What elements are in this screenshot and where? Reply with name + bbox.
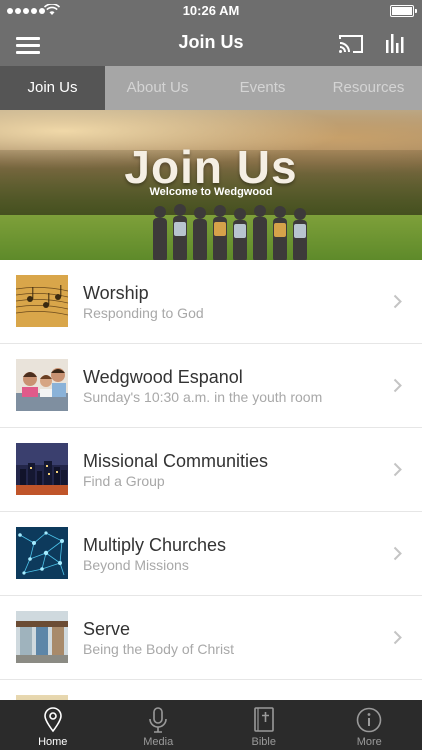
hero-subtitle: Welcome to Wedgwood: [149, 186, 273, 198]
tab-media-label: Media: [143, 736, 174, 748]
city-night-thumbnail: [16, 443, 68, 495]
tab-bible-label: Bible: [251, 736, 276, 748]
bottom-tab-bar: Home Media Bible More: [0, 700, 422, 750]
sheet-music-thumbnail: [16, 275, 68, 327]
list-item-title: Missional Communities: [83, 451, 269, 471]
list-item[interactable]: Worship Responding to God: [0, 260, 422, 344]
family-thumbnail: [16, 359, 68, 411]
chevron-right-icon: [393, 378, 402, 393]
list-item-title: Multiply Churches: [83, 535, 227, 555]
list-item-title: Serve: [83, 619, 131, 639]
building-thumbnail: [16, 611, 68, 663]
tab-join-us[interactable]: Join Us: [0, 66, 105, 110]
battery-icon: [390, 5, 417, 17]
list-item-subtitle: Responding to God: [83, 305, 204, 321]
status-bar: 10:26 AM: [0, 0, 422, 22]
list-item[interactable]: Serve Being the Body of Christ: [0, 596, 422, 680]
chevron-right-icon: [393, 630, 402, 645]
network-thumbnail: [16, 527, 68, 579]
tab-more-label: More: [356, 736, 382, 748]
tab-more[interactable]: More: [317, 700, 422, 750]
list-item[interactable]: Multiply Churches Beyond Missions: [0, 512, 422, 596]
tab-media[interactable]: Media: [106, 700, 212, 750]
chevron-right-icon: [393, 294, 402, 309]
tab-events[interactable]: Events: [210, 66, 315, 110]
list-item-title: Wedgwood Espanol: [83, 367, 243, 387]
status-time: 10:26 AM: [182, 3, 240, 18]
cast-icon[interactable]: [338, 33, 364, 55]
tab-home[interactable]: Home: [0, 700, 106, 750]
hero-banner: Join Us Welcome to Wedgwood: [0, 110, 422, 260]
list-item[interactable]: [0, 680, 422, 700]
chevron-right-icon: [393, 546, 402, 561]
hero-people-image: [153, 204, 307, 260]
tab-about-us[interactable]: About Us: [105, 66, 210, 110]
list-item[interactable]: Missional Communities Find a Group: [0, 428, 422, 512]
equalizer-icon[interactable]: [384, 32, 406, 54]
tab-resources[interactable]: Resources: [315, 66, 422, 110]
chevron-right-icon: [393, 462, 402, 477]
location-pin-icon: [43, 707, 62, 733]
list-item-subtitle: Sunday's 10:30 a.m. in the youth room: [83, 389, 323, 405]
bible-icon: [253, 707, 274, 732]
tab-home-label: Home: [38, 736, 68, 748]
list-item[interactable]: Wedgwood Espanol Sunday's 10:30 a.m. in …: [0, 344, 422, 428]
microphone-icon: [149, 707, 168, 733]
list-item-subtitle: Beyond Missions: [83, 557, 189, 573]
list-item-subtitle: Find a Group: [83, 473, 165, 489]
list-item-title: Worship: [83, 283, 149, 303]
info-icon: [356, 707, 382, 733]
list-item-subtitle: Being the Body of Christ: [83, 641, 234, 657]
content-list: Worship Responding to God Wedgwood Espan…: [0, 260, 422, 700]
nav-bar: Join Us: [0, 22, 422, 66]
tab-bible[interactable]: Bible: [211, 700, 317, 750]
section-tabs: Join Us About Us Events Resources: [0, 66, 422, 110]
